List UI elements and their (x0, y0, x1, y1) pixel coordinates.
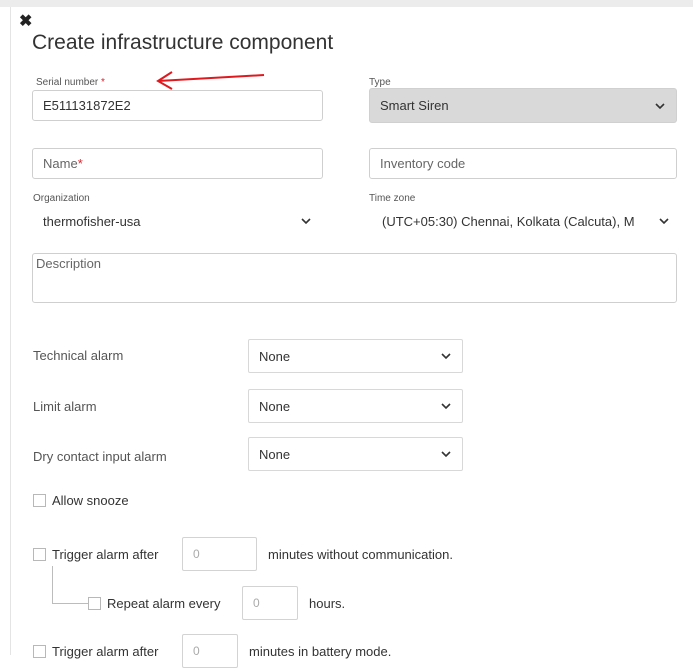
time-zone-label: Time zone (369, 193, 416, 204)
trigger-battery-checkbox[interactable] (33, 645, 46, 658)
serial-number-label: Serial number * (36, 77, 105, 88)
inventory-code-input[interactable]: Inventory code (369, 148, 677, 179)
organization-label: Organization (33, 193, 90, 204)
time-zone-value: (UTC+05:30) Chennai, Kolkata (Calcuta), … (382, 213, 635, 229)
chevron-down-icon (301, 218, 311, 225)
tree-connector (52, 603, 88, 604)
serial-number-value: E511131872E2 (43, 98, 131, 113)
description-placeholder: Description (36, 256, 102, 271)
trigger-battery-label: Trigger alarm after (52, 644, 159, 659)
close-icon[interactable]: ✖ (19, 14, 32, 30)
dry-contact-alarm-select[interactable]: None (248, 437, 463, 471)
technical-alarm-label: Technical alarm (33, 348, 124, 363)
time-zone-select[interactable]: (UTC+05:30) Chennai, Kolkata (Calcuta), … (369, 206, 677, 236)
tree-connector (52, 566, 53, 603)
trigger-battery-minutes-input[interactable]: 0 (182, 634, 238, 668)
type-select[interactable]: Smart Siren (369, 88, 677, 123)
chevron-down-icon (655, 102, 665, 109)
top-bar (0, 0, 693, 7)
required-mark: * (77, 156, 83, 171)
chevron-down-icon (441, 353, 451, 360)
left-border (10, 7, 11, 655)
dry-contact-alarm-label: Dry contact input alarm (33, 449, 167, 464)
chevron-down-icon (441, 451, 451, 458)
limit-alarm-label: Limit alarm (33, 399, 97, 414)
repeat-alarm-hours-value: 0 (253, 596, 260, 610)
dry-contact-alarm-value: None (259, 446, 291, 462)
serial-number-label-text: Serial number (36, 77, 99, 88)
trigger-battery-minutes-value: 0 (193, 644, 200, 658)
required-mark: * (101, 77, 105, 88)
type-label: Type (369, 77, 391, 88)
name-placeholder: Name (43, 156, 78, 171)
dialog-title: Create infrastructure component (32, 31, 334, 54)
name-input[interactable]: Name * (32, 148, 323, 179)
technical-alarm-value: None (259, 348, 291, 364)
chevron-down-icon (659, 218, 669, 225)
repeat-alarm-suffix: hours. (309, 596, 346, 611)
trigger-comm-suffix: minutes without communication. (268, 547, 453, 562)
description-textarea[interactable] (32, 253, 677, 303)
trigger-battery-suffix: minutes in battery mode. (249, 644, 392, 659)
trigger-comm-checkbox[interactable] (33, 548, 46, 561)
repeat-alarm-hours-input[interactable]: 0 (242, 586, 298, 620)
technical-alarm-select[interactable]: None (248, 339, 463, 373)
organization-value: thermofisher-usa (43, 213, 141, 229)
red-arrow-annotation (156, 71, 265, 90)
limit-alarm-value: None (259, 398, 291, 414)
chevron-down-icon (441, 403, 451, 410)
allow-snooze-checkbox[interactable] (33, 494, 46, 507)
allow-snooze-label: Allow snooze (52, 493, 129, 508)
repeat-alarm-checkbox[interactable] (88, 597, 101, 610)
trigger-comm-minutes-input[interactable]: 0 (182, 537, 257, 571)
serial-number-input[interactable]: E511131872E2 (32, 90, 323, 121)
inventory-code-placeholder: Inventory code (380, 156, 466, 171)
repeat-alarm-label: Repeat alarm every (107, 596, 221, 611)
trigger-comm-minutes-value: 0 (193, 547, 200, 561)
limit-alarm-select[interactable]: None (248, 389, 463, 423)
type-value: Smart Siren (380, 98, 449, 113)
organization-select[interactable]: thermofisher-usa (32, 206, 323, 236)
trigger-comm-label: Trigger alarm after (52, 547, 159, 562)
